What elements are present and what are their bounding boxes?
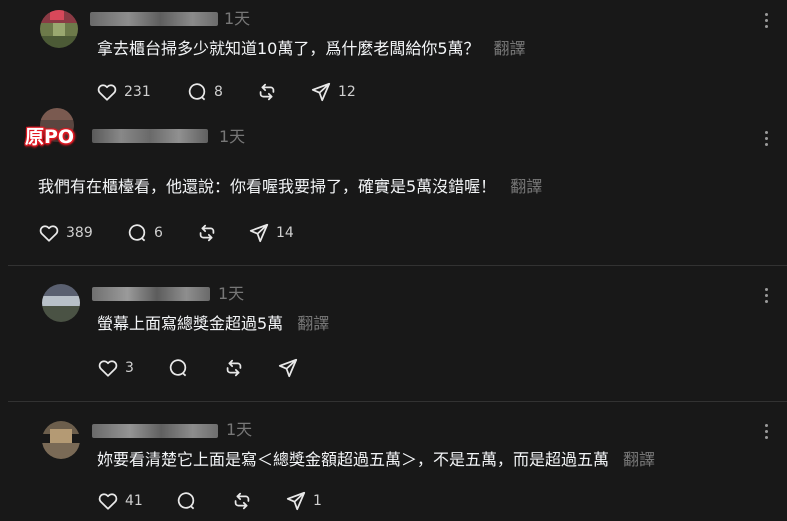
repost-icon: [234, 492, 250, 510]
comment-text: 拿去櫃台掃多少就知道10萬了，爲什麼老闆給你5萬？ 翻譯: [97, 38, 526, 60]
comment-text: 妳要看清楚它上面是寫＜總獎金額超過五萬＞，不是五萬，而是超過五萬 翻譯: [97, 449, 655, 471]
comment-body: 我們有在櫃檯看，他還說：你看喔我要掃了，確實是5萬沒錯喔！: [38, 177, 497, 196]
reply-count: 8: [214, 84, 223, 100]
action-bar: 231 8 12: [96, 80, 396, 104]
reply-button[interactable]: 6: [126, 221, 163, 245]
divider: [8, 401, 787, 402]
username-blurred[interactable]: [90, 12, 218, 26]
share-count: 1: [313, 493, 322, 509]
more-icon[interactable]: [758, 421, 776, 441]
comment-icon: [177, 492, 195, 510]
comment-body: 拿去櫃台掃多少就知道10萬了，爲什麼老闆給你5萬？: [97, 39, 480, 58]
heart-icon: [98, 493, 118, 510]
timestamp: 1天: [224, 9, 251, 28]
action-bar: 3: [97, 356, 357, 380]
username-blurred[interactable]: [92, 287, 210, 301]
comment-text: 我們有在櫃檯看，他還說：你看喔我要掃了，確實是5萬沒錯喔！ 翻譯: [38, 176, 542, 198]
divider: [8, 265, 787, 266]
translate-link[interactable]: 翻譯: [623, 450, 655, 469]
repost-icon: [259, 83, 275, 101]
reply-button[interactable]: [175, 489, 203, 513]
repost-button[interactable]: [256, 80, 284, 104]
avatar[interactable]: [42, 284, 80, 322]
translate-link[interactable]: 翻譯: [494, 39, 526, 58]
like-count: 231: [124, 84, 151, 100]
repost-icon: [199, 224, 215, 242]
more-icon[interactable]: [758, 10, 776, 30]
share-icon: [278, 358, 298, 378]
repost-icon: [226, 359, 242, 377]
like-count: 41: [125, 493, 143, 509]
comment-body: 螢幕上面寫總獎金超過5萬: [97, 314, 284, 333]
avatar[interactable]: [42, 421, 80, 459]
username-blurred[interactable]: [92, 129, 208, 143]
reply-button[interactable]: [167, 356, 195, 380]
original-poster-badge: 原PO: [25, 126, 75, 148]
like-count: 389: [66, 225, 93, 241]
comment-icon: [169, 359, 187, 377]
reply-count: 6: [154, 225, 163, 241]
timestamp: 1天: [219, 127, 246, 146]
like-button[interactable]: 389: [38, 221, 93, 245]
repost-button[interactable]: [196, 221, 224, 245]
share-icon: [286, 491, 306, 511]
heart-icon: [97, 84, 117, 101]
translate-link[interactable]: 翻譯: [510, 177, 542, 196]
more-icon[interactable]: [758, 128, 776, 148]
timestamp: 1天: [218, 284, 245, 303]
repost-button[interactable]: [223, 356, 251, 380]
share-button[interactable]: [277, 356, 305, 380]
heart-icon: [98, 360, 118, 377]
share-icon: [311, 82, 331, 102]
heart-icon: [39, 225, 59, 242]
comment-text: 螢幕上面寫總獎金超過5萬 翻譯: [97, 313, 329, 335]
share-count: 12: [338, 84, 356, 100]
like-count: 3: [125, 360, 134, 376]
like-button[interactable]: 3: [97, 356, 134, 380]
timestamp: 1天: [226, 420, 253, 439]
comment-body: 妳要看清楚它上面是寫＜總獎金額超過五萬＞，不是五萬，而是超過五萬: [97, 450, 610, 469]
like-button[interactable]: 231: [96, 80, 151, 104]
like-button[interactable]: 41: [97, 489, 143, 513]
share-icon: [249, 223, 269, 243]
repost-button[interactable]: [231, 489, 259, 513]
comment-icon: [128, 224, 146, 242]
share-count: 14: [276, 225, 294, 241]
avatar[interactable]: [40, 10, 78, 48]
more-icon[interactable]: [758, 285, 776, 305]
translate-link[interactable]: 翻譯: [297, 314, 329, 333]
reply-button[interactable]: 8: [186, 80, 223, 104]
action-bar: 41 1: [97, 489, 357, 513]
share-button[interactable]: 12: [310, 80, 356, 104]
share-button[interactable]: 1: [285, 489, 322, 513]
share-button[interactable]: 14: [248, 221, 294, 245]
comment-icon: [188, 83, 206, 101]
action-bar: 389 6 14: [38, 221, 338, 245]
username-blurred[interactable]: [92, 424, 218, 438]
